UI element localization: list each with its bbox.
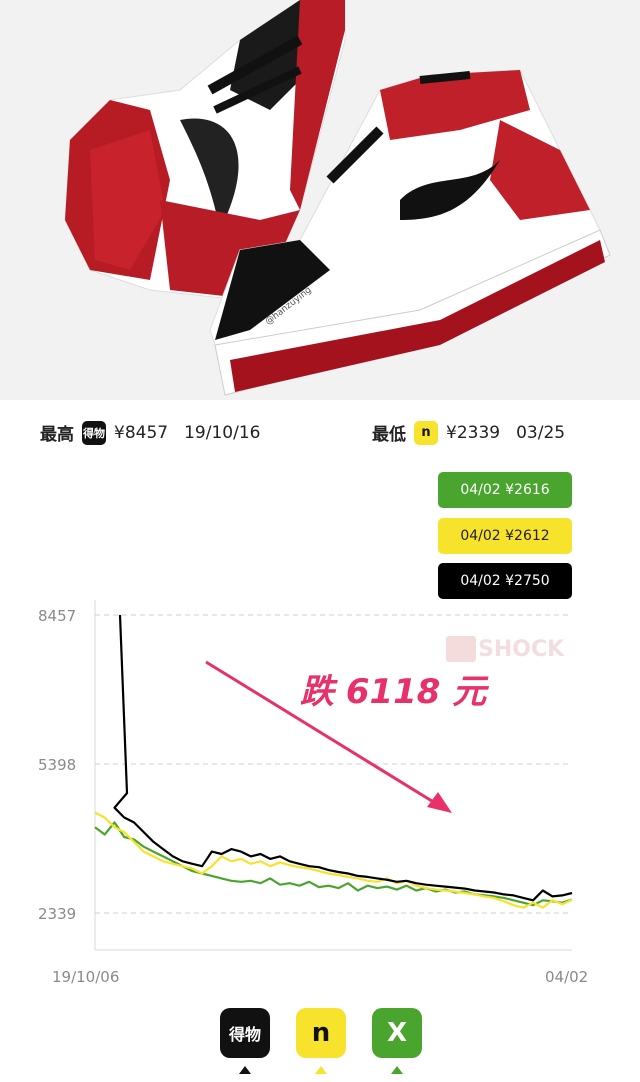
price-chart: 8457 5398 2339 SHOCK 跌 6118 元 — [38, 600, 573, 951]
dewu-label: 得物 — [228, 1025, 261, 1044]
lowest-price-stat: 最低 n ¥2339 03/25 — [372, 420, 565, 445]
product-photo: @hanzuying — [0, 0, 640, 400]
highest-label: 最高 — [40, 425, 74, 445]
drop-annotation: 跌 6118 元 — [300, 672, 489, 712]
highest-price: ¥8457 — [114, 422, 169, 443]
legend-yellow: 04/02 ¥2612 — [438, 518, 572, 554]
n-caret — [315, 1066, 327, 1074]
dewu-icon[interactable]: 得物 — [220, 1008, 270, 1058]
x-label: X — [386, 1018, 408, 1048]
legend-green: 04/02 ¥2616 — [438, 472, 572, 508]
dewu-caret — [239, 1066, 251, 1074]
n-label: n — [311, 1018, 331, 1048]
n-icon: n — [414, 420, 438, 445]
legend-yellow-text: 04/02 ¥2612 — [460, 528, 550, 544]
legend-green-text: 04/02 ¥2616 — [460, 482, 550, 498]
dewu-icon: 得物 — [82, 420, 106, 445]
y-tick-label-2: 2339 — [38, 905, 76, 923]
highest-price-stat: 最高 得物 ¥8457 19/10/16 — [40, 420, 260, 445]
x-tick-start: 19/10/06 — [52, 968, 120, 986]
lowest-date: 03/25 — [516, 422, 566, 443]
shock-watermark: SHOCK — [478, 637, 565, 662]
lowest-price: ¥2339 — [446, 422, 501, 443]
x-icon[interactable]: X — [372, 1008, 422, 1058]
highest-date: 19/10/16 — [184, 422, 261, 443]
shock-logo-icon — [446, 636, 476, 662]
y-tick-labels: 8457 5398 2339 — [38, 607, 76, 923]
x-caret — [391, 1066, 403, 1074]
legend-black-text: 04/02 ¥2750 — [460, 573, 550, 589]
sneaker-illustration: @hanzuying — [0, 0, 640, 400]
lowest-label: 最低 — [372, 425, 406, 445]
drop-arrow-head — [427, 792, 452, 813]
app-selector: 得物 n X — [0, 1004, 640, 1082]
x-tick-end: 04/02 — [545, 968, 589, 986]
n-icon[interactable]: n — [296, 1008, 346, 1058]
legend-black: 04/02 ¥2750 — [438, 563, 572, 599]
price-stats: 最高 得物 ¥8457 19/10/16 最低 n ¥2339 03/25 — [0, 412, 640, 452]
y-tick-label-0: 8457 — [38, 607, 76, 625]
y-tick-label-1: 5398 — [38, 756, 76, 774]
